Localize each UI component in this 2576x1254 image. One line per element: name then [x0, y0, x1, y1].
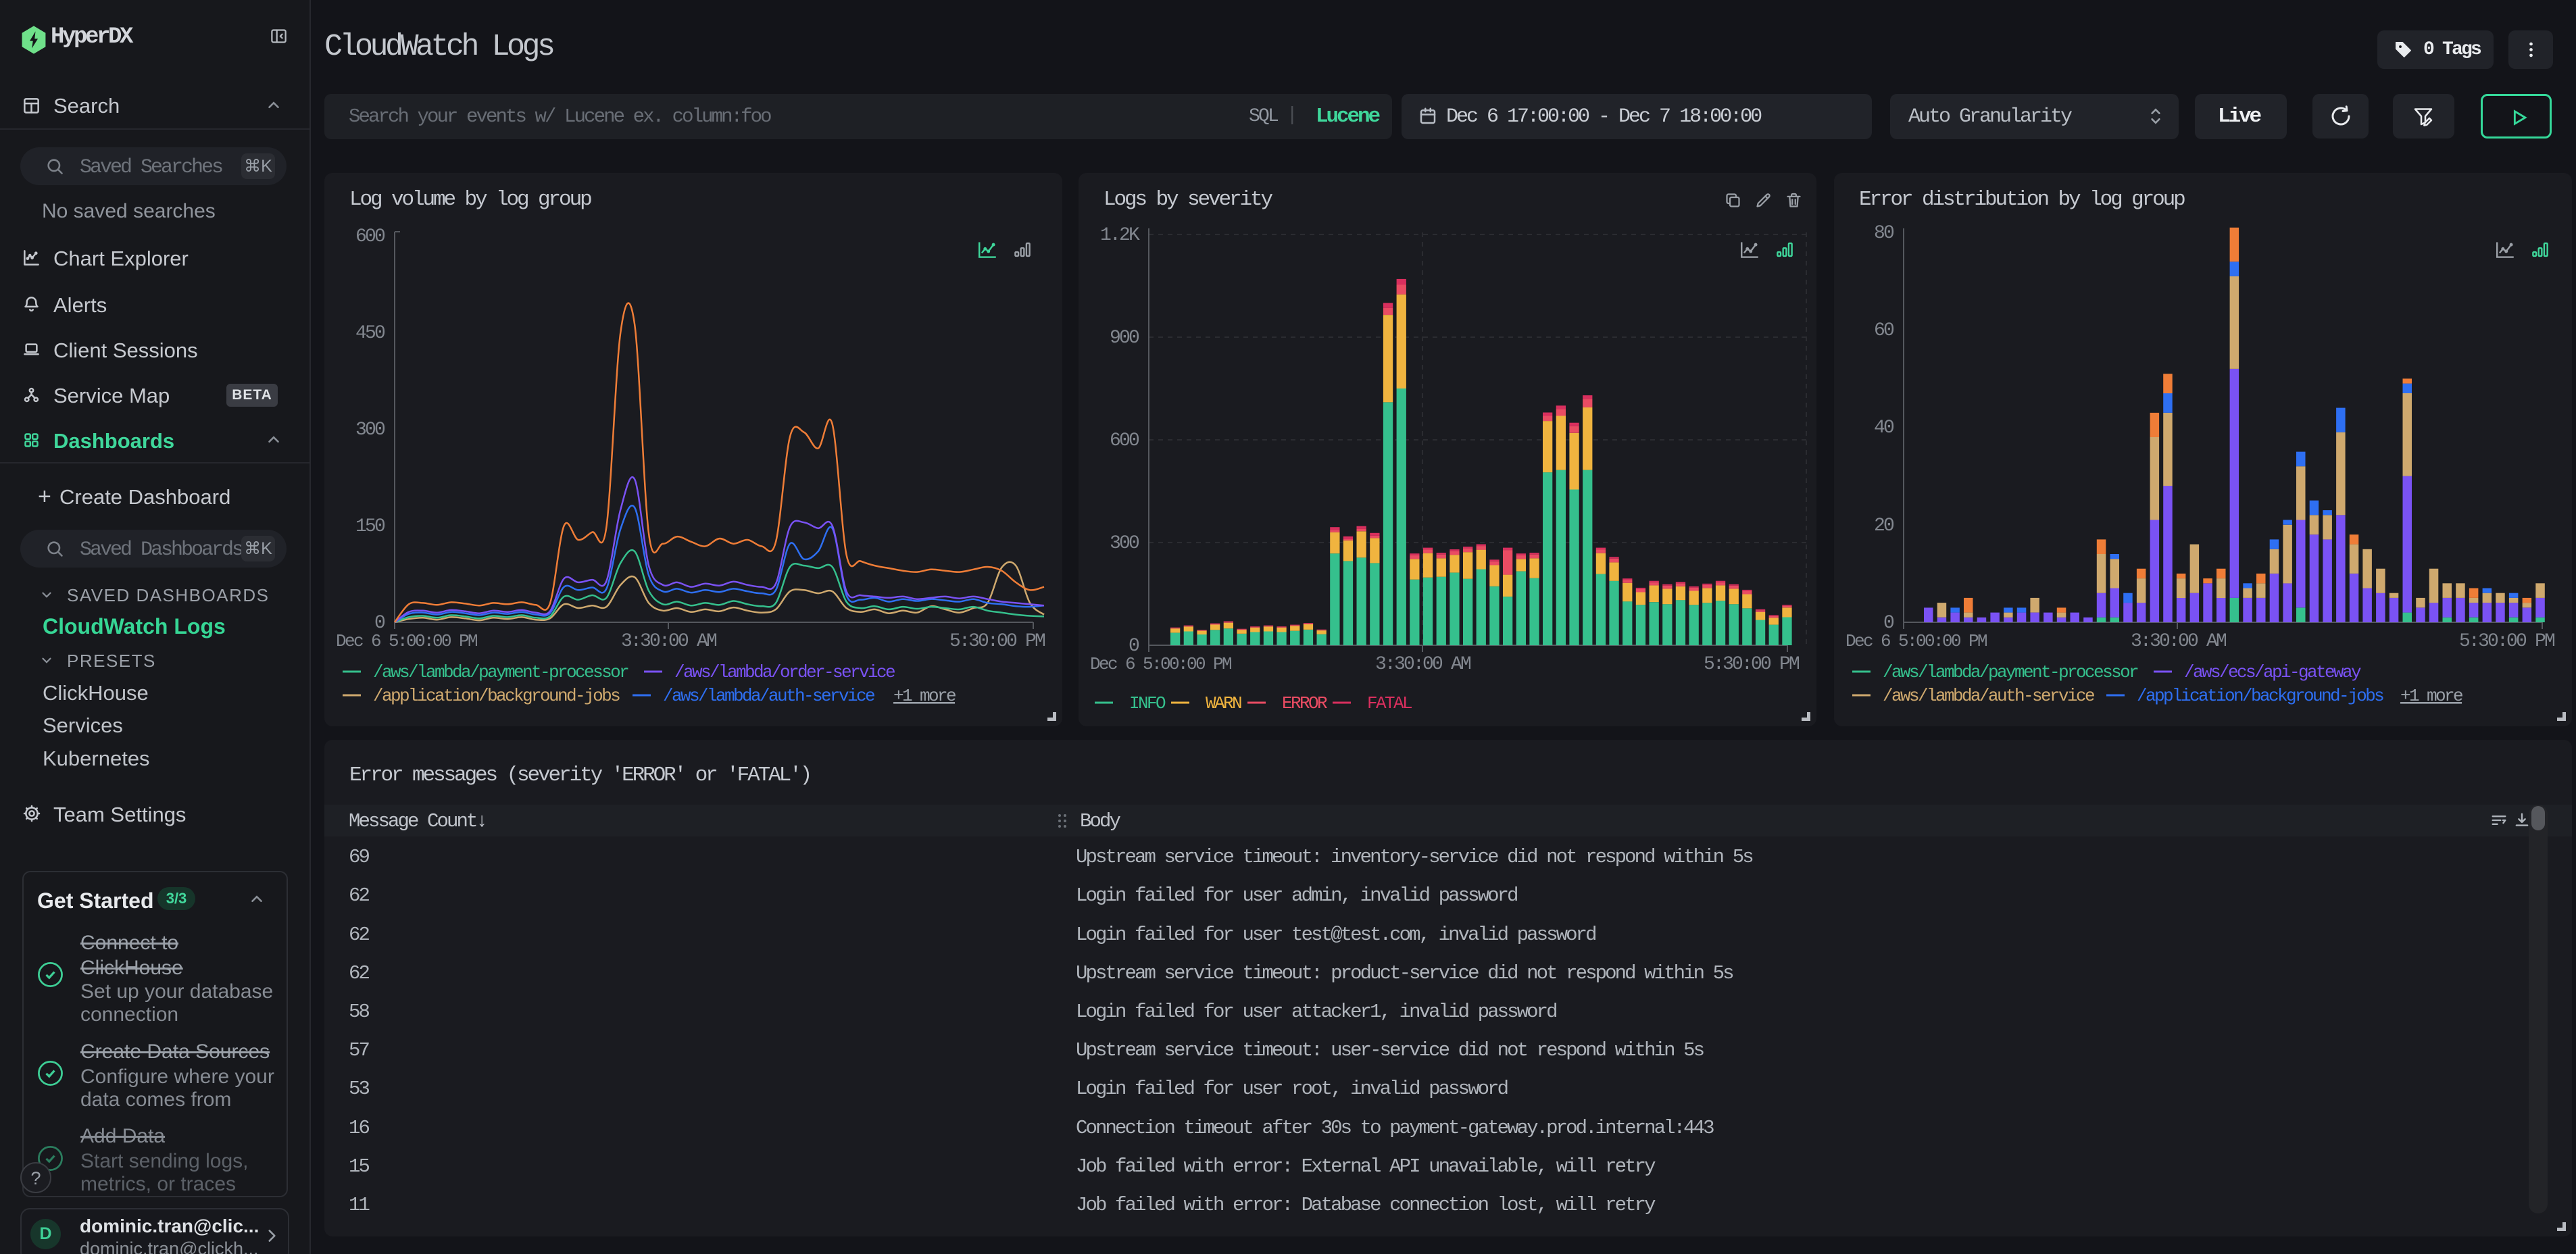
svg-text:60: 60 [1874, 320, 1894, 341]
svg-text:WARN: WARN [1206, 693, 1241, 713]
svg-text:600: 600 [1110, 430, 1139, 451]
svg-text:1.2K: 1.2K [1100, 225, 1140, 246]
svg-text:/aws/lambda/auth-service: /aws/lambda/auth-service [663, 686, 874, 706]
svg-text:/aws/lambda/order-service: /aws/lambda/order-service [674, 662, 895, 682]
svg-text:/application/background-jobs: /application/background-jobs [2137, 686, 2383, 706]
svg-text:/aws/lambda/payment-processor: /aws/lambda/payment-processor [373, 662, 628, 682]
svg-text:Dec 6 5:00:00 PM: Dec 6 5:00:00 PM [1090, 654, 1231, 674]
svg-text:FATAL: FATAL [1367, 693, 1412, 713]
svg-text:80: 80 [1874, 223, 1894, 244]
svg-text:ERROR: ERROR [1282, 693, 1327, 713]
svg-text:/application/background-jobs: /application/background-jobs [373, 686, 620, 706]
svg-text:40: 40 [1874, 418, 1894, 438]
svg-text:3:30:00 AM: 3:30:00 AM [1375, 654, 1471, 675]
svg-text:INFO: INFO [1129, 693, 1166, 713]
svg-text:5:30:00 PM: 5:30:00 PM [2459, 631, 2555, 652]
svg-text:20: 20 [1874, 516, 1894, 536]
svg-text:900: 900 [1110, 328, 1139, 349]
svg-text:/aws/lambda/auth-service: /aws/lambda/auth-service [1883, 686, 2094, 706]
svg-text:/aws/lambda/payment-processor: /aws/lambda/payment-processor [1883, 662, 2138, 682]
svg-text:300: 300 [1110, 533, 1139, 554]
svg-text:/aws/ecs/api-gateway: /aws/ecs/api-gateway [2184, 662, 2361, 682]
svg-text:+1 more: +1 more [893, 686, 956, 706]
svg-text:Dec 6 5:00:00 PM: Dec 6 5:00:00 PM [1846, 631, 1987, 651]
svg-text:3:30:00 AM: 3:30:00 AM [2131, 631, 2227, 652]
svg-text:5:30:00 PM: 5:30:00 PM [1704, 654, 1800, 675]
svg-text:+1 more: +1 more [2400, 686, 2462, 706]
